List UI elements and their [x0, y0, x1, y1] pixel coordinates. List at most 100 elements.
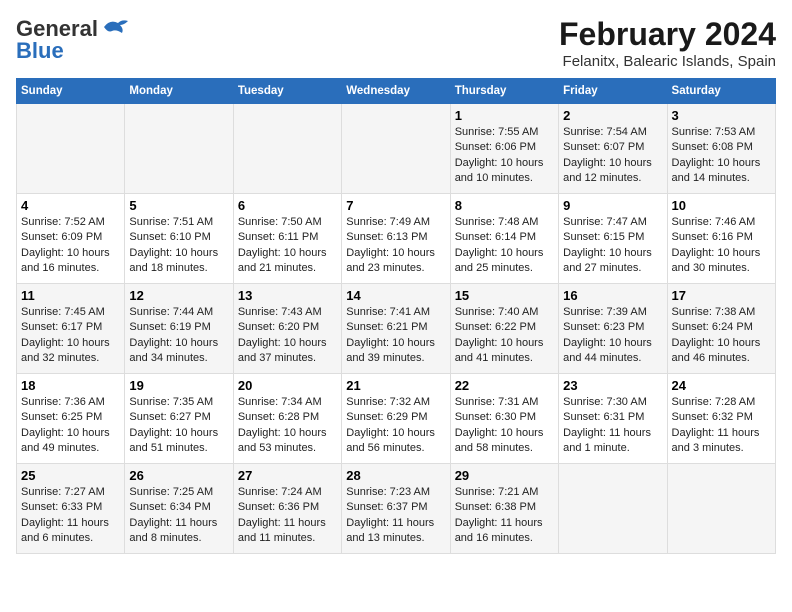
- logo-bird-icon: [102, 17, 130, 42]
- day-number: 17: [672, 288, 771, 303]
- col-sunday: Sunday: [17, 79, 125, 104]
- table-row: 20 Sunrise: 7:34 AM Sunset: 6:28 PM Dayli…: [233, 374, 341, 464]
- day-info: Sunrise: 7:55 AM Sunset: 6:06 PM Dayligh…: [455, 125, 554, 187]
- day-info: Sunrise: 7:27 AM Sunset: 6:33 PM Dayligh…: [21, 485, 120, 547]
- col-saturday: Saturday: [667, 79, 775, 104]
- table-row: [125, 104, 233, 194]
- table-row: 5Sunrise: 7:51 AM Sunset: 6:10 PM Daylig…: [125, 194, 233, 284]
- calendar-table: Sunday Monday Tuesday Wednesday Thursday…: [16, 78, 776, 554]
- table-row: [233, 104, 341, 194]
- page-header: General Blue February 2024 Felanitx, Bal…: [16, 16, 776, 70]
- day-number: 25: [21, 468, 120, 483]
- table-row: [667, 464, 775, 554]
- table-row: 6 Sunrise: 7:50 AM Sunset: 6:11 PM Daylig…: [233, 194, 341, 284]
- logo: General Blue: [16, 16, 130, 64]
- day-info: Sunrise: 7:51 AM Sunset: 6:10 PM Dayligh…: [129, 215, 228, 277]
- day-number: 12: [129, 288, 228, 303]
- table-row: 18 Sunrise: 7:36 AM Sunset: 6:25 PM Dayli…: [17, 374, 125, 464]
- col-tuesday: Tuesday: [233, 79, 341, 104]
- day-number: 4: [21, 198, 120, 213]
- title-area: February 2024 Felanitx, Balearic Islands…: [559, 16, 776, 70]
- day-number: 7: [346, 198, 445, 213]
- table-row: 19Sunrise: 7:35 AM Sunset: 6:27 PM Dayli…: [125, 374, 233, 464]
- day-number: 28: [346, 468, 445, 483]
- logo-blue: Blue: [16, 38, 64, 64]
- table-row: 16Sunrise: 7:39 AM Sunset: 6:23 PM Dayli…: [559, 284, 667, 374]
- table-row: 28 Sunrise: 7:23 AM Sunset: 6:37 PM Dayli…: [342, 464, 450, 554]
- table-row: [17, 104, 125, 194]
- day-info: Sunrise: 7:41 AM Sunset: 6:21 PM Dayligh…: [346, 305, 445, 367]
- col-thursday: Thursday: [450, 79, 558, 104]
- day-info: Sunrise: 7:50 AM Sunset: 6:11 PM Dayligh…: [238, 215, 337, 277]
- day-info: Sunrise: 7:49 AM Sunset: 6:13 PM Dayligh…: [346, 215, 445, 277]
- day-info: Sunrise: 7:45 AM Sunset: 6:17 PM Dayligh…: [21, 305, 120, 367]
- table-row: 21 Sunrise: 7:32 AM Sunset: 6:29 PM Dayli…: [342, 374, 450, 464]
- day-info: Sunrise: 7:36 AM Sunset: 6:25 PM Dayligh…: [21, 395, 120, 457]
- calendar-week-row: 4 Sunrise: 7:52 AM Sunset: 6:09 PM Daylig…: [17, 194, 776, 284]
- table-row: [342, 104, 450, 194]
- day-number: 9: [563, 198, 662, 213]
- day-number: 10: [672, 198, 771, 213]
- table-row: 4 Sunrise: 7:52 AM Sunset: 6:09 PM Daylig…: [17, 194, 125, 284]
- day-number: 22: [455, 378, 554, 393]
- day-number: 14: [346, 288, 445, 303]
- day-number: 6: [238, 198, 337, 213]
- day-info: Sunrise: 7:46 AM Sunset: 6:16 PM Dayligh…: [672, 215, 771, 277]
- table-row: 23Sunrise: 7:30 AM Sunset: 6:31 PM Dayli…: [559, 374, 667, 464]
- table-row: 25 Sunrise: 7:27 AM Sunset: 6:33 PM Dayli…: [17, 464, 125, 554]
- col-monday: Monday: [125, 79, 233, 104]
- day-number: 23: [563, 378, 662, 393]
- table-row: 1Sunrise: 7:55 AM Sunset: 6:06 PM Daylig…: [450, 104, 558, 194]
- table-row: 29Sunrise: 7:21 AM Sunset: 6:38 PM Dayli…: [450, 464, 558, 554]
- calendar-week-row: 18 Sunrise: 7:36 AM Sunset: 6:25 PM Dayli…: [17, 374, 776, 464]
- table-row: 27 Sunrise: 7:24 AM Sunset: 6:36 PM Dayli…: [233, 464, 341, 554]
- calendar-week-row: 11 Sunrise: 7:45 AM Sunset: 6:17 PM Dayli…: [17, 284, 776, 374]
- day-info: Sunrise: 7:52 AM Sunset: 6:09 PM Dayligh…: [21, 215, 120, 277]
- table-row: 10 Sunrise: 7:46 AM Sunset: 6:16 PM Dayli…: [667, 194, 775, 284]
- table-row: 9 Sunrise: 7:47 AM Sunset: 6:15 PM Daylig…: [559, 194, 667, 284]
- page-subtitle: Felanitx, Balearic Islands, Spain: [559, 53, 776, 70]
- page-title: February 2024: [559, 16, 776, 53]
- table-row: 24 Sunrise: 7:28 AM Sunset: 6:32 PM Dayli…: [667, 374, 775, 464]
- day-info: Sunrise: 7:31 AM Sunset: 6:30 PM Dayligh…: [455, 395, 554, 457]
- table-row: 3 Sunrise: 7:53 AM Sunset: 6:08 PM Daylig…: [667, 104, 775, 194]
- table-row: 8 Sunrise: 7:48 AM Sunset: 6:14 PM Daylig…: [450, 194, 558, 284]
- day-info: Sunrise: 7:32 AM Sunset: 6:29 PM Dayligh…: [346, 395, 445, 457]
- day-number: 13: [238, 288, 337, 303]
- table-row: 17 Sunrise: 7:38 AM Sunset: 6:24 PM Dayli…: [667, 284, 775, 374]
- day-info: Sunrise: 7:24 AM Sunset: 6:36 PM Dayligh…: [238, 485, 337, 547]
- day-number: 26: [129, 468, 228, 483]
- table-row: 7 Sunrise: 7:49 AM Sunset: 6:13 PM Daylig…: [342, 194, 450, 284]
- day-number: 24: [672, 378, 771, 393]
- day-info: Sunrise: 7:43 AM Sunset: 6:20 PM Dayligh…: [238, 305, 337, 367]
- table-row: [559, 464, 667, 554]
- table-row: 12 Sunrise: 7:44 AM Sunset: 6:19 PM Dayli…: [125, 284, 233, 374]
- day-info: Sunrise: 7:38 AM Sunset: 6:24 PM Dayligh…: [672, 305, 771, 367]
- day-number: 15: [455, 288, 554, 303]
- day-info: Sunrise: 7:47 AM Sunset: 6:15 PM Dayligh…: [563, 215, 662, 277]
- day-number: 20: [238, 378, 337, 393]
- day-info: Sunrise: 7:23 AM Sunset: 6:37 PM Dayligh…: [346, 485, 445, 547]
- calendar-header-row: Sunday Monday Tuesday Wednesday Thursday…: [17, 79, 776, 104]
- day-info: Sunrise: 7:48 AM Sunset: 6:14 PM Dayligh…: [455, 215, 554, 277]
- table-row: 15 Sunrise: 7:40 AM Sunset: 6:22 PM Dayli…: [450, 284, 558, 374]
- day-number: 18: [21, 378, 120, 393]
- day-info: Sunrise: 7:39 AM Sunset: 6:23 PM Dayligh…: [563, 305, 662, 367]
- day-number: 11: [21, 288, 120, 303]
- day-number: 21: [346, 378, 445, 393]
- day-number: 19: [129, 378, 228, 393]
- day-number: 8: [455, 198, 554, 213]
- table-row: 13 Sunrise: 7:43 AM Sunset: 6:20 PM Dayli…: [233, 284, 341, 374]
- calendar-week-row: 1Sunrise: 7:55 AM Sunset: 6:06 PM Daylig…: [17, 104, 776, 194]
- day-info: Sunrise: 7:53 AM Sunset: 6:08 PM Dayligh…: [672, 125, 771, 187]
- day-number: 27: [238, 468, 337, 483]
- day-info: Sunrise: 7:44 AM Sunset: 6:19 PM Dayligh…: [129, 305, 228, 367]
- day-info: Sunrise: 7:28 AM Sunset: 6:32 PM Dayligh…: [672, 395, 771, 457]
- col-friday: Friday: [559, 79, 667, 104]
- day-info: Sunrise: 7:54 AM Sunset: 6:07 PM Dayligh…: [563, 125, 662, 187]
- day-number: 3: [672, 108, 771, 123]
- day-info: Sunrise: 7:34 AM Sunset: 6:28 PM Dayligh…: [238, 395, 337, 457]
- day-number: 2: [563, 108, 662, 123]
- day-info: Sunrise: 7:40 AM Sunset: 6:22 PM Dayligh…: [455, 305, 554, 367]
- table-row: 2 Sunrise: 7:54 AM Sunset: 6:07 PM Daylig…: [559, 104, 667, 194]
